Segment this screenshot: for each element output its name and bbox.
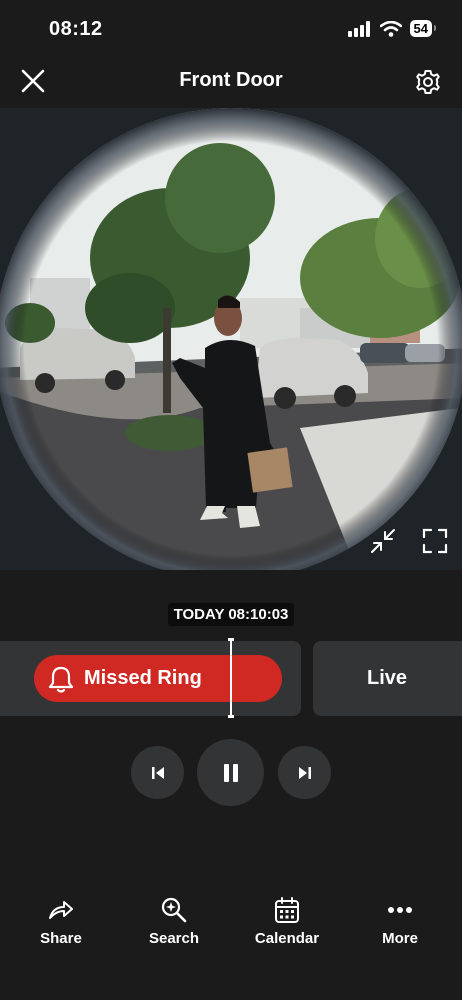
next-event-button[interactable] [278, 746, 331, 799]
bell-icon [48, 666, 74, 693]
battery-indicator: 54 [409, 20, 437, 37]
bottom-nav: Share Search Calendar More [0, 892, 462, 962]
fullscreen-icon [422, 528, 448, 554]
cellular-signal-icon [347, 20, 370, 37]
timestamp-container: TODAY 08:10:03 [0, 603, 462, 626]
more-icon [388, 907, 412, 913]
nav-share-label: Share [40, 930, 82, 947]
live-label: Live [366, 667, 408, 689]
playhead[interactable] [228, 638, 234, 718]
playback-timestamp: TODAY 08:10:03 [167, 603, 295, 626]
status-time: 08:12 [49, 18, 103, 40]
live-button[interactable]: Live [313, 641, 462, 716]
nav-more[interactable]: More [350, 892, 450, 947]
playback-controls [0, 739, 462, 810]
status-icons: 54 [347, 20, 437, 37]
nav-more-label: More [382, 930, 418, 947]
wifi-icon [379, 20, 402, 37]
nav-calendar[interactable]: Calendar [237, 892, 337, 947]
pause-icon [223, 763, 238, 782]
search-icon [161, 897, 187, 923]
skip-back-icon [151, 766, 164, 779]
gear-icon [416, 70, 440, 94]
share-icon [49, 901, 73, 919]
previous-event-button[interactable] [131, 746, 184, 799]
video-feed[interactable] [0, 108, 462, 570]
camera-view-image [0, 108, 462, 570]
nav-search-label: Search [148, 930, 200, 947]
skip-forward-icon [298, 766, 311, 779]
nav-search[interactable]: Search [124, 892, 224, 947]
missed-ring-label: Missed Ring [84, 667, 202, 689]
nav-calendar-label: Calendar [254, 930, 320, 947]
header-bar: Front Door [0, 56, 462, 108]
missed-ring-event-button[interactable]: Missed Ring [34, 655, 282, 702]
status-bar: 08:12 54 [0, 0, 462, 60]
settings-button[interactable] [414, 68, 442, 96]
fullscreen-button[interactable] [420, 526, 450, 556]
shrink-view-button[interactable] [368, 526, 398, 556]
pause-button[interactable] [197, 739, 264, 806]
shrink-icon [371, 529, 395, 553]
page-title: Front Door [179, 69, 283, 91]
calendar-icon [275, 897, 299, 923]
nav-share[interactable]: Share [11, 892, 111, 947]
event-timeline[interactable]: 8 Missed Ring Live [0, 638, 462, 718]
